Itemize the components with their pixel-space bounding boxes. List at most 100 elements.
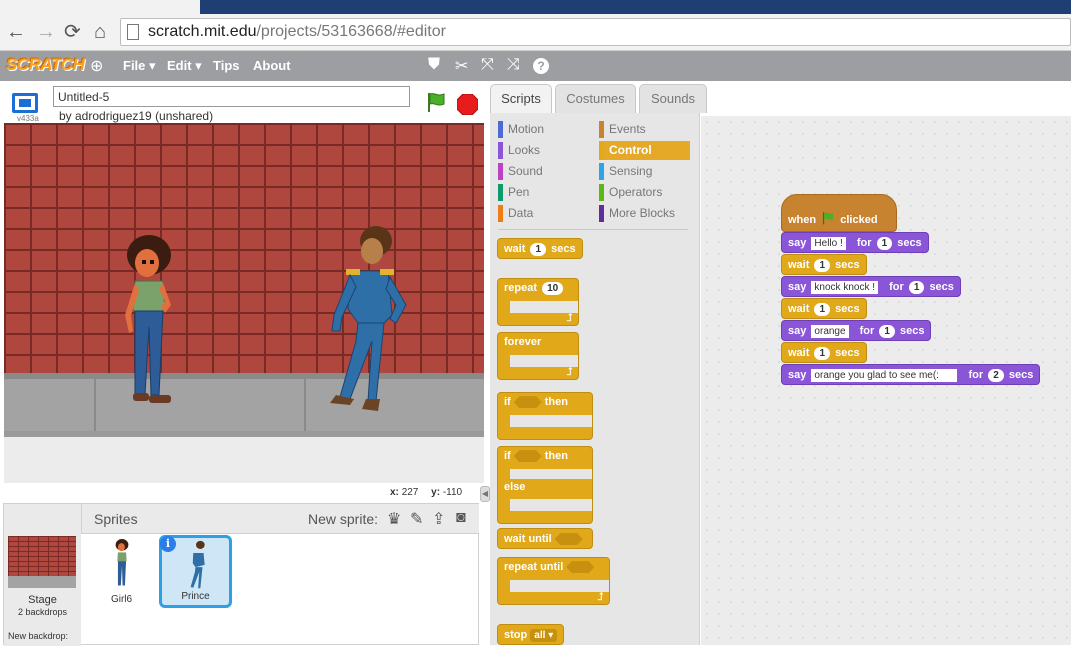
block-text-input[interactable]: knock knock ! bbox=[811, 281, 879, 294]
block-text: for bbox=[859, 325, 875, 337]
block-text: for bbox=[968, 369, 984, 381]
language-globe-icon[interactable]: ⊕ bbox=[90, 56, 103, 76]
choose-sprite-from-library-icon[interactable]: ♛ bbox=[387, 509, 401, 529]
block-repeat-until[interactable]: repeat until ⮥ bbox=[497, 557, 610, 605]
boolean-slot[interactable] bbox=[513, 450, 542, 463]
category-label: Motion bbox=[508, 122, 545, 136]
block-wait-secs[interactable]: wait 1 secs bbox=[781, 342, 867, 363]
block-text: say bbox=[788, 281, 807, 293]
girl6-sprite[interactable] bbox=[119, 235, 179, 407]
address-bar[interactable]: scratch.mit.edu/projects/53163668/#edito… bbox=[120, 18, 1071, 46]
menu-tips[interactable]: Tips bbox=[213, 58, 240, 73]
category-operators[interactable]: Operators bbox=[599, 183, 690, 202]
block-text-input[interactable]: Hello ! bbox=[811, 237, 846, 250]
block-number-input[interactable]: 1 bbox=[814, 347, 831, 360]
tab-scripts[interactable]: Scripts bbox=[490, 84, 552, 113]
block-forever[interactable]: forever ⮥ bbox=[497, 332, 579, 380]
block-wait-secs[interactable]: wait 1 secs bbox=[781, 298, 867, 319]
block-text: if bbox=[504, 396, 511, 408]
block-say-for-secs[interactable]: say Hello ! for 1 secs bbox=[781, 232, 929, 253]
block-number-input[interactable]: 1 bbox=[876, 237, 893, 250]
block-text-input[interactable]: orange bbox=[811, 325, 849, 338]
back-icon[interactable]: ← bbox=[6, 22, 26, 42]
block-number-input[interactable]: 1 bbox=[879, 325, 895, 338]
sprite-tile-girl6[interactable]: Girl6 bbox=[85, 535, 158, 608]
block-say-for-secs[interactable]: say orange you glad to see me(: for 2 se… bbox=[781, 364, 1041, 385]
duplicate-stamp-icon[interactable]: ⛊ bbox=[428, 56, 440, 74]
category-motion[interactable]: Motion bbox=[498, 120, 589, 139]
stage-selector[interactable]: Stage 2 backdrops New backdrop: bbox=[4, 504, 81, 646]
menu-edit[interactable]: Edit ▾ bbox=[167, 58, 202, 74]
presentation-mode-icon[interactable] bbox=[12, 93, 38, 113]
upload-sprite-icon[interactable]: ⇪ bbox=[432, 509, 445, 529]
stage-canvas[interactable] bbox=[4, 123, 484, 483]
green-flag-icon[interactable] bbox=[425, 91, 447, 113]
category-swatch bbox=[599, 121, 604, 138]
boolean-slot[interactable] bbox=[513, 396, 542, 409]
scratch-logo[interactable]: SCRATCH bbox=[6, 55, 85, 75]
scripts-area[interactable]: when clicked say Hello ! for 1 secs wait… bbox=[701, 116, 1071, 645]
block-text: wait bbox=[788, 303, 810, 315]
menu-file[interactable]: File ▾ bbox=[123, 58, 156, 74]
stage-backdrop-count: 2 backdrops bbox=[17, 607, 68, 617]
y-label: y: bbox=[431, 487, 441, 498]
boolean-slot[interactable] bbox=[566, 561, 595, 574]
block-wait-secs[interactable]: wait 1 secs bbox=[781, 254, 867, 275]
stage-thumbnail[interactable] bbox=[8, 536, 76, 588]
block-wait-secs[interactable]: wait 1 secs bbox=[497, 238, 583, 259]
category-events[interactable]: Events bbox=[599, 120, 690, 139]
project-title-input[interactable] bbox=[53, 86, 410, 107]
stop-sign-icon[interactable] bbox=[457, 94, 478, 115]
category-sensing[interactable]: Sensing bbox=[599, 162, 690, 181]
prince-sprite[interactable] bbox=[310, 223, 410, 415]
girl6-thumbnail bbox=[115, 539, 129, 586]
category-pen[interactable]: Pen bbox=[498, 183, 589, 202]
block-stop[interactable]: stop all ▾ bbox=[497, 624, 565, 645]
block-wait-until[interactable]: wait until bbox=[497, 528, 593, 549]
block-number-input[interactable]: 1 bbox=[530, 243, 547, 256]
block-number-input[interactable]: 1 bbox=[814, 259, 831, 272]
block-repeat[interactable]: repeat 10 ⮥ bbox=[497, 278, 579, 326]
shrink-icon[interactable]: ⤨ bbox=[507, 56, 520, 74]
camera-icon[interactable]: ◙ bbox=[456, 509, 466, 527]
block-text: wait bbox=[504, 243, 526, 255]
prince-thumbnail bbox=[190, 540, 205, 589]
delete-scissors-icon[interactable]: ✂ bbox=[455, 56, 468, 76]
paint-new-sprite-icon[interactable]: ✎ bbox=[410, 509, 423, 529]
boolean-slot[interactable] bbox=[554, 533, 583, 546]
tab-sounds[interactable]: Sounds bbox=[639, 84, 707, 113]
collapse-stage-icon[interactable]: ◀ bbox=[480, 486, 490, 502]
mouse-coordinates: x: 227 y: -110 bbox=[390, 487, 472, 498]
browser-toolbar: ← → ⟳ ⌂ scratch.mit.edu/projects/5316366… bbox=[0, 0, 1071, 51]
sprite-info-icon[interactable]: i bbox=[160, 536, 176, 552]
tab-costumes[interactable]: Costumes bbox=[555, 84, 636, 113]
category-more-blocks[interactable]: More Blocks bbox=[599, 204, 690, 223]
category-data[interactable]: Data bbox=[498, 204, 589, 223]
block-number-input[interactable]: 1 bbox=[814, 303, 831, 316]
reload-icon[interactable]: ⟳ bbox=[64, 22, 81, 42]
grow-icon[interactable]: ⤧ bbox=[481, 56, 494, 74]
category-label: Pen bbox=[508, 185, 530, 199]
new-backdrop-label: New backdrop: bbox=[8, 631, 69, 641]
url-host: scratch.mit.edu bbox=[148, 23, 257, 40]
block-text: secs bbox=[835, 303, 860, 315]
stop-option-dropdown[interactable]: all ▾ bbox=[530, 629, 558, 642]
block-text-input[interactable]: orange you glad to see me(: bbox=[811, 368, 958, 382]
block-number-input[interactable]: 10 bbox=[542, 282, 564, 295]
block-if-then-else[interactable]: if then else bbox=[497, 446, 593, 524]
block-say-for-secs[interactable]: say knock knock ! for 1 secs bbox=[781, 276, 961, 297]
category-sound[interactable]: Sound bbox=[498, 162, 589, 181]
editor-tabs: Scripts Costumes Sounds bbox=[490, 81, 1071, 113]
category-looks[interactable]: Looks bbox=[498, 141, 589, 160]
block-when-flag-clicked[interactable]: when clicked bbox=[781, 194, 897, 232]
block-say-for-secs[interactable]: say orange for 1 secs bbox=[781, 320, 932, 341]
block-number-input[interactable]: 2 bbox=[988, 369, 1004, 382]
help-icon[interactable]: ? bbox=[533, 58, 549, 74]
sprite-tile-prince[interactable]: i Prince bbox=[159, 535, 232, 608]
menu-about[interactable]: About bbox=[253, 58, 291, 73]
block-if-then[interactable]: if then bbox=[497, 392, 593, 440]
category-control[interactable]: Control bbox=[599, 141, 690, 160]
forward-icon[interactable]: → bbox=[36, 22, 56, 42]
home-icon[interactable]: ⌂ bbox=[94, 22, 106, 42]
block-number-input[interactable]: 1 bbox=[908, 281, 925, 294]
